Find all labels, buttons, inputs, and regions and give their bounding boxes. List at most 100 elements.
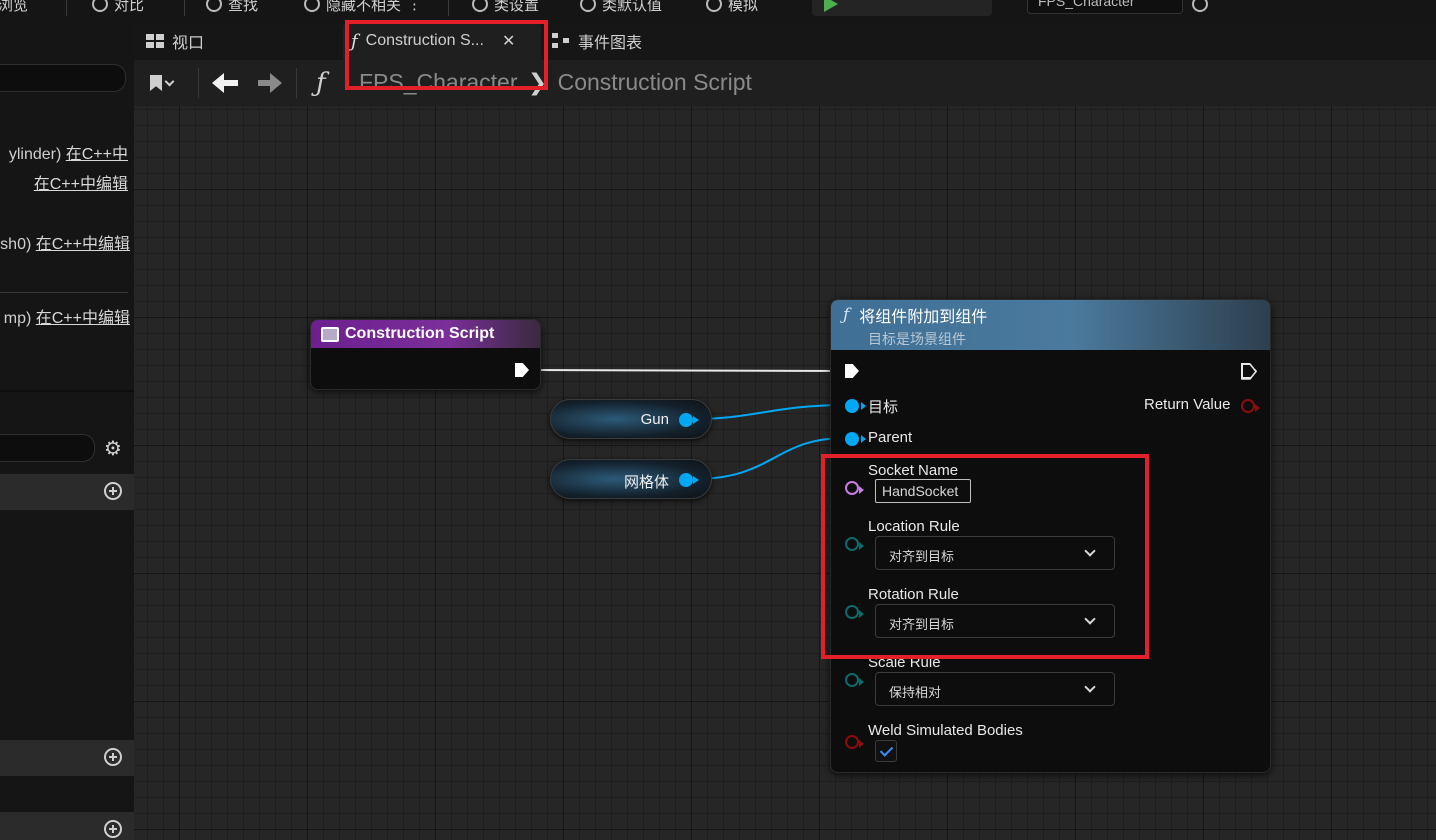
gun-variable-node[interactable]: Gun	[550, 399, 712, 439]
separator	[296, 68, 297, 98]
weld-pin[interactable]	[845, 735, 864, 749]
main-toolbar: 浏览 对比 查找 隐藏不相关 ⋮ 类设置 类默认值 模拟 FPS_Characte…	[0, 0, 1436, 22]
back-button[interactable]	[210, 70, 238, 96]
component-row[interactable]: ylinder) 在C++中	[9, 140, 128, 164]
chevron-down-icon	[164, 76, 175, 86]
tab-event-graph[interactable]: 事件图表	[552, 22, 692, 60]
editor-tab-bar: 视口 ƒ Construction S... ✕ 事件图表	[134, 22, 1436, 60]
component-name: mp)	[3, 310, 32, 327]
breadcrumb-graph[interactable]: Construction Script	[558, 69, 752, 95]
components-search-input[interactable]	[0, 64, 126, 92]
exec-in-pin[interactable]	[845, 364, 859, 378]
scale-rule-pin[interactable]	[845, 673, 864, 687]
play-controls[interactable]	[812, 0, 992, 16]
component-row[interactable]: sh0) 在C++中编辑	[0, 230, 130, 254]
add-icon[interactable]	[104, 748, 122, 766]
add-icon[interactable]	[104, 482, 122, 500]
variable-label: 网格体	[623, 474, 669, 491]
simulate-icon	[706, 0, 722, 12]
magnify-icon	[1192, 0, 1208, 12]
toolbar-find-button[interactable]: 查找	[206, 0, 258, 16]
component-name: sh0)	[0, 236, 32, 253]
function-icon: ƒ	[843, 305, 850, 325]
toolbar-separator	[184, 0, 185, 16]
play-icon[interactable]	[824, 0, 838, 12]
toolbar-diff-button[interactable]: 对比	[92, 0, 144, 16]
node-header: ƒ 将组件附加到组件 目标是场景组件	[831, 300, 1270, 350]
parent-pin[interactable]	[845, 432, 866, 446]
toolbar-find-label: 查找	[228, 0, 259, 14]
toolbar-simulate-button[interactable]: 模拟	[706, 0, 758, 16]
graph-breadcrumb-bar: ƒ FPS_Character ❯ Construction Script	[134, 60, 1436, 106]
variable-label: Gun	[640, 411, 669, 428]
parent-pin-label: Parent	[868, 429, 913, 446]
object-out-pin[interactable]	[679, 473, 699, 487]
exec-out-pin[interactable]	[515, 363, 529, 377]
component-row[interactable]: mp) 在C++中编辑	[4, 304, 130, 328]
components-panel: ylinder) 在C++中 在C++中编辑 sh0) 在C++中编辑 mp) …	[0, 22, 134, 840]
defaults-icon	[580, 0, 596, 12]
construction-script-icon	[321, 326, 339, 342]
separator	[198, 68, 199, 98]
section-header-dispatchers[interactable]	[0, 812, 134, 840]
edit-in-cpp-link[interactable]: 在C++中	[66, 146, 128, 163]
component-row[interactable]: 在C++中编辑	[34, 170, 128, 194]
toolbar-class-defaults-label: 类默认值	[602, 0, 663, 14]
section-header-variables[interactable]	[0, 740, 134, 776]
node-subtitle: 目标是场景组件	[868, 331, 966, 347]
forward-button[interactable]	[256, 70, 284, 96]
gear-icon	[472, 0, 488, 12]
bookmark-icon	[150, 75, 162, 91]
toolbar-separator	[448, 0, 449, 16]
divider	[0, 292, 128, 293]
construction-script-node[interactable]: Construction Script	[310, 319, 541, 390]
gear-icon[interactable]: ⚙	[104, 436, 122, 461]
gun-target-wire	[693, 404, 847, 420]
target-pin[interactable]	[845, 399, 866, 413]
component-name: ylinder)	[8, 146, 62, 163]
node-title: Construction Script	[345, 325, 495, 342]
scale-rule-dropdown[interactable]: 保持相对	[875, 672, 1115, 706]
object-out-pin[interactable]	[679, 413, 699, 427]
toolbar-hide-unrelated-label: 隐藏不相关	[326, 0, 402, 14]
exec-wire	[529, 369, 847, 372]
tab-event-graph-label: 事件图表	[578, 35, 643, 52]
arrow-right-icon	[270, 73, 282, 93]
debug-browse-button[interactable]	[1192, 0, 1208, 16]
node-header: Construction Script	[311, 320, 540, 348]
toolbar-browse-button[interactable]: 浏览	[0, 0, 28, 16]
weld-checkbox[interactable]	[875, 740, 897, 762]
toolbar-class-settings-button[interactable]: 类设置	[472, 0, 539, 16]
return-value-pin[interactable]	[1241, 399, 1260, 413]
event-graph-icon	[552, 33, 570, 49]
edit-in-cpp-link[interactable]: 在C++中编辑	[36, 236, 130, 253]
exec-out-pin-outline	[1241, 363, 1257, 380]
edit-in-cpp-link[interactable]: 在C++中编辑	[36, 310, 130, 327]
panel-splitter[interactable]	[0, 390, 134, 392]
hide-icon	[304, 0, 320, 12]
arrow-left-shaft	[222, 80, 238, 86]
toolbar-class-defaults-button[interactable]: 类默认值	[580, 0, 662, 16]
weld-label: Weld Simulated Bodies	[868, 722, 1023, 739]
toolbar-diff-label: 对比	[114, 0, 145, 14]
search-icon	[206, 0, 222, 12]
more-options-icon[interactable]: ⋮	[407, 0, 422, 13]
toolbar-browse-label: 浏览	[0, 0, 29, 14]
add-icon[interactable]	[104, 820, 122, 838]
viewport-grid-icon	[146, 34, 164, 48]
debug-object-select[interactable]: FPS_Character	[1027, 0, 1183, 14]
my-blueprint-search-input[interactable]	[0, 434, 95, 462]
node-title: 将组件附加到组件	[859, 309, 988, 326]
scale-rule-value: 保持相对	[889, 685, 942, 700]
edit-in-cpp-link[interactable]: 在C++中编辑	[34, 176, 128, 193]
bookmark-button[interactable]	[150, 72, 184, 94]
tab-viewport[interactable]: 视口	[146, 22, 266, 60]
return-value-label: Return Value	[1144, 396, 1231, 413]
mesh-variable-node[interactable]: 网格体	[550, 459, 712, 499]
section-header-graphs[interactable]	[0, 474, 134, 510]
toolbar-hide-unrelated-button[interactable]: 隐藏不相关 ⋮	[304, 0, 422, 16]
toolbar-separator	[66, 0, 67, 16]
highlight-pins-box	[821, 454, 1149, 659]
chevron-down-icon	[1084, 681, 1096, 693]
graph-canvas[interactable]: Construction Script Gun 网格体 ƒ 将组件附加到组件 目…	[134, 106, 1436, 840]
